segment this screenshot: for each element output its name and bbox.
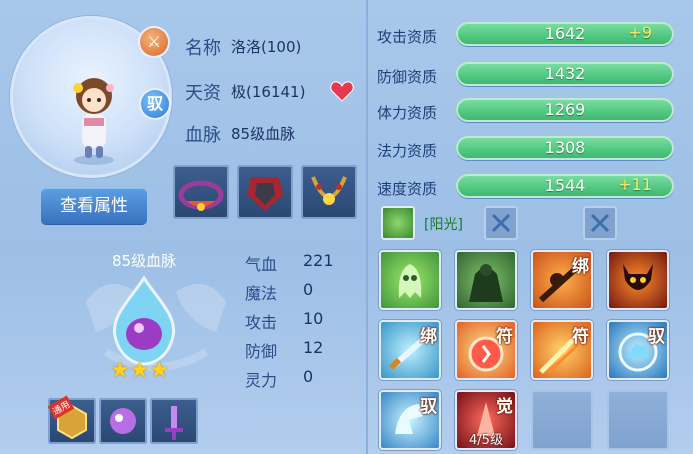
bloodline-slot-3[interactable] — [150, 398, 198, 444]
passive-label: [阳光] — [424, 217, 463, 233]
skill-slot[interactable] — [607, 250, 669, 310]
star-rating: ★★★ — [110, 358, 169, 383]
spirit-icon — [110, 408, 136, 434]
giant-skill-icon — [469, 264, 503, 302]
name-label: 名称 — [185, 38, 221, 59]
cross-icon — [491, 213, 511, 233]
ghost-skill-icon — [398, 264, 422, 298]
stat-label-mana: 法力资质 — [377, 142, 438, 160]
cross-icon — [590, 213, 610, 233]
attr-label: 攻击 — [245, 313, 278, 332]
stat-value: 1269 — [544, 100, 586, 119]
bloodline-value: 85级血脉 — [231, 125, 296, 143]
stat-bar-attack: 1642 +9 — [456, 22, 674, 46]
star-icon: ★ — [149, 358, 170, 383]
armor-icon — [247, 177, 283, 211]
sword-icon — [165, 406, 183, 440]
view-attributes-button[interactable]: 查看属性 — [41, 188, 147, 224]
star-icon: ★ — [129, 358, 150, 383]
stat-value: 1432 — [544, 64, 586, 83]
stat-bar-mana: 1308 — [456, 136, 674, 160]
demon-skill-icon — [623, 264, 653, 290]
heart-icon[interactable] — [330, 80, 354, 102]
collar-icon — [178, 180, 224, 211]
skill-slot[interactable]: 绑 — [531, 250, 593, 310]
stat-label-attack: 攻击资质 — [377, 28, 438, 46]
bloodline-gem-icon[interactable] — [109, 276, 179, 366]
equipment-slot-armor[interactable] — [237, 165, 293, 219]
skill-tag: 符 — [496, 327, 513, 347]
stat-bar-stamina: 1269 — [456, 98, 674, 122]
locked-slot[interactable] — [583, 206, 617, 240]
attr-label: 防御 — [245, 342, 278, 361]
attr-value: 0 — [303, 367, 314, 386]
attr-label: 灵力 — [245, 371, 278, 390]
stat-value: 1308 — [544, 138, 586, 157]
necklace-icon — [311, 176, 347, 205]
star-icon: ★ — [110, 358, 130, 383]
stat-label-speed: 速度资质 — [377, 180, 438, 198]
aptitude-label: 天资 — [185, 83, 221, 104]
skill-slot[interactable]: 驭 — [379, 390, 441, 450]
aptitude-value: 极(16141) — [231, 83, 306, 101]
panel-divider — [366, 0, 368, 454]
attr-label: 魔法 — [245, 284, 278, 303]
stat-bonus: +11 — [618, 175, 652, 194]
skill-tag: 绑 — [420, 327, 437, 347]
attr-value: 0 — [303, 280, 314, 299]
skill-slot[interactable] — [379, 250, 441, 310]
skill-tag: 符 — [572, 327, 589, 347]
passive-skill-icon[interactable] — [381, 206, 415, 240]
stat-bar-speed: 1544 +11 — [456, 174, 674, 198]
stat-label-defense: 防御资质 — [377, 68, 438, 86]
stat-bonus: +9 — [628, 23, 652, 42]
skill-tag: 驭 — [648, 327, 665, 347]
fight-type-badge: ⚔ — [140, 28, 168, 56]
skill-level: 4/5级 — [469, 433, 503, 448]
skill-slot[interactable]: 绑 — [379, 320, 441, 380]
attr-value: 221 — [303, 251, 334, 270]
bloodline-label: 血脉 — [185, 125, 221, 146]
stat-bar-defense: 1432 — [456, 62, 674, 86]
attr-label: 气血 — [245, 255, 278, 274]
skill-tag: 觉 — [496, 397, 513, 417]
skill-slot[interactable]: 符 — [455, 320, 517, 380]
equipment-slot-collar[interactable] — [173, 165, 229, 219]
pet-character-image — [73, 78, 114, 165]
bloodline-slot-general[interactable]: 通用 — [47, 395, 96, 444]
name-value: 洛洛(100) — [231, 38, 302, 56]
equipment-slot-necklace[interactable] — [301, 165, 357, 219]
skill-slot[interactable] — [455, 250, 517, 310]
skill-tag: 绑 — [572, 257, 589, 277]
locked-slot[interactable] — [484, 206, 518, 240]
ride-badge: 驭 — [141, 90, 169, 118]
skill-slot[interactable]: 驭 — [607, 320, 669, 380]
skill-slot[interactable]: 符 — [531, 320, 593, 380]
skill-slot[interactable]: 觉 4/5级 — [455, 390, 517, 450]
stat-label-stamina: 体力资质 — [377, 104, 438, 122]
attr-value: 12 — [303, 338, 324, 357]
empty-skill-slot[interactable] — [531, 390, 593, 450]
empty-skill-slot[interactable] — [607, 390, 669, 450]
skill-tag: 驭 — [420, 397, 437, 417]
attr-value: 10 — [303, 309, 324, 328]
bloodline-slot-2[interactable] — [99, 398, 147, 444]
